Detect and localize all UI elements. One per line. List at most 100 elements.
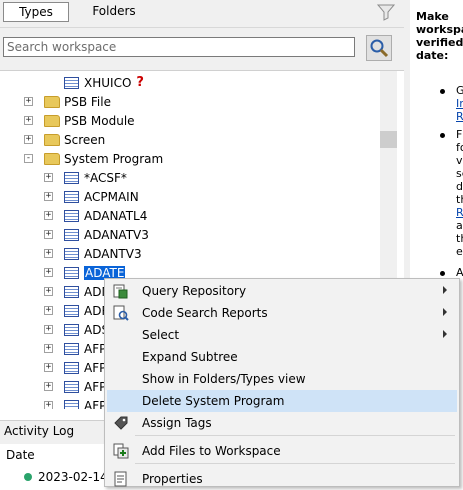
menu-item-query-repository[interactable]: Query Repository bbox=[107, 280, 457, 302]
tree-expander-icon[interactable]: - bbox=[24, 154, 33, 163]
system-program-icon bbox=[64, 399, 79, 409]
menu-item-expand-subtree[interactable]: Expand Subtree bbox=[107, 346, 457, 368]
start-page-text: ve bbox=[456, 154, 463, 167]
tree-item-label: PSB Module bbox=[64, 113, 135, 128]
tree-expander-icon[interactable]: + bbox=[44, 363, 53, 372]
menu-item-add-files-to-workspace[interactable]: Add Files to Workspace bbox=[107, 440, 457, 462]
tree-item[interactable]: ADANTV3 bbox=[64, 244, 142, 263]
system-program-icon bbox=[64, 247, 79, 260]
menu-item-label: Query Repository bbox=[142, 284, 247, 298]
tree-expander-icon[interactable]: + bbox=[44, 230, 53, 239]
tree-item-label: XHUICO bbox=[84, 75, 132, 90]
system-program-icon bbox=[64, 76, 79, 89]
bullet-icon bbox=[440, 89, 445, 94]
tree-scrollbar-thumb[interactable] bbox=[380, 131, 397, 148]
tree-expander-icon[interactable]: + bbox=[44, 249, 53, 258]
tree-item[interactable]: ADANATL4 bbox=[64, 206, 147, 225]
menu-item-label: Add Files to Workspace bbox=[142, 444, 281, 458]
query-repository-icon bbox=[113, 283, 129, 299]
start-page-heading: Make workspa verified date: bbox=[416, 10, 463, 62]
start-page-text: d bbox=[456, 180, 463, 193]
start-page-link[interactable]: R bbox=[456, 110, 463, 123]
tree-item-label: ADANTV3 bbox=[84, 246, 142, 261]
tree-expander-icon[interactable]: + bbox=[44, 192, 53, 201]
menu-item-delete-system-program[interactable]: Delete System Program bbox=[107, 390, 457, 412]
tree-expander-icon[interactable]: + bbox=[44, 306, 53, 315]
start-page-text: a bbox=[456, 219, 463, 232]
folder-icon bbox=[44, 152, 60, 165]
start-page-link[interactable]: In bbox=[456, 97, 463, 110]
tree-item[interactable]: ACPMAIN bbox=[64, 187, 139, 206]
tree-expander-icon[interactable]: + bbox=[44, 325, 53, 334]
tree-expander-icon[interactable]: + bbox=[44, 287, 53, 296]
folder-icon bbox=[44, 133, 60, 146]
tree-item[interactable]: ADANATV3 bbox=[64, 225, 149, 244]
tree-expander-icon[interactable]: + bbox=[44, 344, 53, 353]
tree-item[interactable]: ADR bbox=[64, 301, 110, 320]
system-program-icon bbox=[64, 171, 79, 184]
start-page-link[interactable]: R bbox=[456, 206, 463, 219]
tree-expander-icon[interactable]: + bbox=[44, 401, 53, 409]
tree-expander-icon[interactable]: + bbox=[44, 382, 53, 391]
bullet-icon bbox=[440, 271, 445, 276]
system-program-icon bbox=[64, 380, 79, 393]
column-header-date[interactable]: Date bbox=[6, 448, 35, 462]
menu-item-label: Expand Subtree bbox=[142, 350, 238, 364]
tree-item[interactable]: Screen bbox=[44, 130, 105, 149]
system-program-icon bbox=[64, 342, 79, 355]
menu-item-code-search-reports[interactable]: Code Search Reports bbox=[107, 302, 457, 324]
tree-expander-icon[interactable]: + bbox=[44, 268, 53, 277]
submenu-arrow-icon bbox=[443, 330, 447, 338]
search-input[interactable] bbox=[3, 37, 355, 57]
menu-item-label: Properties bbox=[142, 472, 203, 486]
tab-folders[interactable]: Folders bbox=[84, 2, 144, 20]
tree-item[interactable]: PSB File bbox=[44, 92, 111, 111]
start-page-text: G bbox=[456, 84, 463, 97]
tree-item[interactable]: System Program bbox=[44, 149, 163, 168]
search-icon bbox=[370, 39, 389, 58]
menu-separator bbox=[135, 435, 455, 436]
tree-expander-icon[interactable]: + bbox=[44, 173, 53, 182]
system-program-icon bbox=[64, 361, 79, 374]
tree-item-label: AFP bbox=[84, 341, 107, 356]
system-program-icon bbox=[64, 190, 79, 203]
tab-types[interactable]: Types bbox=[3, 2, 69, 22]
system-program-icon bbox=[64, 323, 79, 336]
tree-item[interactable]: PSB Module bbox=[44, 111, 135, 130]
start-page-text: F bbox=[456, 128, 463, 141]
tree-item[interactable]: AFP bbox=[64, 396, 106, 409]
log-row[interactable]: 2023-02-14 bbox=[24, 470, 108, 484]
tree-expander-icon[interactable]: + bbox=[24, 97, 33, 106]
menu-item-show-in-folders-types-view[interactable]: Show in Folders/Types view bbox=[107, 368, 457, 390]
tree-item[interactable]: XHUICO? bbox=[64, 73, 144, 92]
tree-expander-icon[interactable]: + bbox=[24, 116, 33, 125]
system-program-icon bbox=[64, 209, 79, 222]
search-button[interactable] bbox=[366, 35, 392, 61]
menu-item-label: Code Search Reports bbox=[142, 306, 268, 320]
system-program-icon bbox=[64, 304, 79, 317]
tree-item-label: ACPMAIN bbox=[84, 189, 139, 204]
tree-item-label: ADANATL4 bbox=[84, 208, 148, 223]
tree-item-label: *ACSF* bbox=[84, 170, 127, 185]
activity-log-tab[interactable]: Activity Log bbox=[4, 424, 74, 438]
tree-item[interactable]: ADS bbox=[64, 320, 109, 339]
tree-item-label: Screen bbox=[64, 132, 106, 147]
start-page-text: th bbox=[456, 193, 463, 206]
tree-item[interactable]: AFP bbox=[64, 339, 106, 358]
filter-icon[interactable] bbox=[375, 2, 397, 22]
tree-item[interactable]: AFP bbox=[64, 377, 106, 396]
menu-item-assign-tags[interactable]: Assign Tags bbox=[107, 412, 457, 434]
menu-item-label: Show in Folders/Types view bbox=[142, 372, 306, 386]
search-row bbox=[0, 28, 404, 71]
status-dot-icon bbox=[24, 473, 32, 481]
tree-expander-icon[interactable]: + bbox=[44, 211, 53, 220]
submenu-arrow-icon bbox=[443, 308, 447, 316]
tree-item[interactable]: *ACSF* bbox=[64, 168, 127, 187]
properties-icon bbox=[113, 471, 129, 487]
menu-item-select[interactable]: Select bbox=[107, 324, 457, 346]
tree-expander-icon[interactable]: + bbox=[24, 135, 33, 144]
system-program-icon bbox=[64, 228, 79, 241]
tree-item[interactable]: AFP bbox=[64, 358, 106, 377]
submenu-arrow-icon bbox=[443, 286, 447, 294]
tag-icon bbox=[113, 415, 129, 431]
